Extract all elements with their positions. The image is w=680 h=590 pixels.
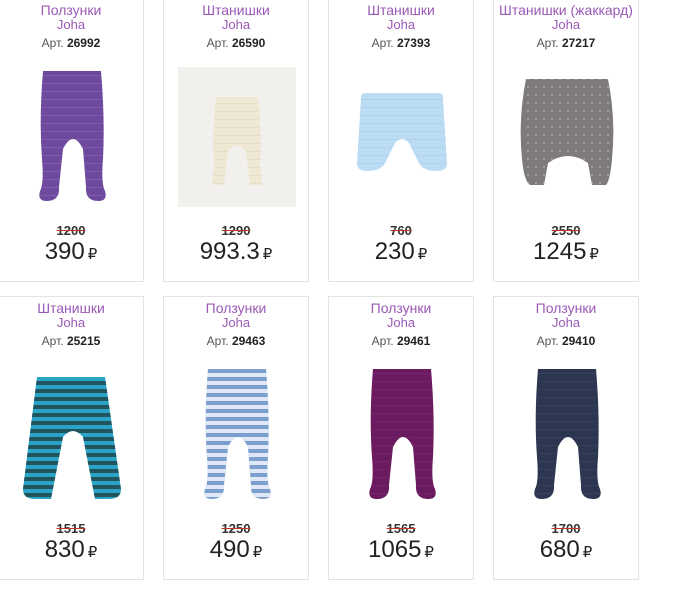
sku-value: 27217 (561, 36, 596, 50)
price-value: 1065 (368, 536, 422, 563)
sku-label: Арт. (206, 334, 229, 348)
old-price: 1250 (221, 521, 251, 536)
product-brand: Joha (221, 315, 251, 330)
price-value: 230 (374, 238, 415, 265)
product-brand: Joha (386, 17, 416, 32)
product-card[interactable]: Штанишки Joha Арт. 26590 1290 993.3 ₽ (163, 0, 309, 282)
product-sku: Арт. 26992 (0, 36, 143, 50)
product-title[interactable]: Штанишки (жаккард) (494, 2, 638, 18)
price-value: 680 (539, 536, 580, 563)
price-value: 993.3 (199, 238, 260, 265)
ruble-icon: ₽ (87, 246, 98, 263)
product-card[interactable]: Ползунки Joha Арт. 26992 1200 390 ₽ (0, 0, 144, 282)
product-brand: Joha (56, 315, 86, 330)
old-price: 1200 (56, 223, 86, 238)
sku-value: 26590 (231, 36, 266, 50)
product-title[interactable]: Ползунки (164, 300, 308, 316)
sku-value: 26992 (66, 36, 101, 50)
product-title[interactable]: Ползунки (494, 300, 638, 316)
product-brand: Joha (56, 17, 86, 32)
product-title[interactable]: Ползунки (0, 2, 143, 18)
product-image[interactable] (178, 357, 296, 517)
sku-value: 29461 (396, 334, 431, 348)
price-value: 390 (44, 238, 85, 265)
product-sku: Арт. 27393 (329, 36, 473, 50)
product-brand: Joha (551, 17, 581, 32)
sku-label: Арт. (371, 334, 394, 348)
sku-value: 29410 (561, 334, 596, 348)
old-price: 1515 (56, 521, 86, 536)
product-sku: Арт. 26590 (164, 36, 308, 50)
ruble-icon: ₽ (424, 544, 434, 561)
old-price: 1565 (386, 521, 416, 536)
product-image[interactable] (343, 59, 461, 219)
product-image[interactable] (343, 357, 461, 517)
price-value: 830 (44, 536, 85, 563)
current-price: 390 ₽ (0, 237, 143, 270)
old-price: 2550 (551, 223, 581, 238)
product-title[interactable]: Ползунки (329, 300, 473, 316)
product-image[interactable] (13, 357, 131, 517)
product-card[interactable]: Штанишки Joha Арт. 25215 1515 830 ₽ (0, 296, 144, 580)
sku-label: Арт. (536, 36, 559, 50)
product-sku: Арт. 25215 (0, 334, 143, 348)
product-sku: Арт. 27217 (494, 36, 638, 50)
old-price: 1290 (221, 223, 251, 238)
product-image[interactable] (178, 59, 296, 219)
product-card[interactable]: Ползунки Joha Арт. 29461 1565 1065 ₽ (328, 296, 474, 580)
ruble-icon: ₽ (589, 246, 599, 263)
sku-label: Арт. (41, 36, 64, 50)
current-price: 680 ₽ (494, 535, 638, 568)
sku-value: 25215 (66, 334, 101, 348)
sku-label: Арт. (371, 36, 394, 50)
current-price: 1065 ₽ (329, 535, 473, 568)
ruble-icon: ₽ (417, 246, 428, 263)
product-card[interactable]: Штанишки Joha Арт. 27393 760 230 ₽ (328, 0, 474, 282)
sku-value: 27393 (396, 36, 431, 50)
sku-label: Арт. (536, 334, 559, 348)
sku-value: 29463 (231, 334, 266, 348)
current-price: 1245 ₽ (494, 237, 638, 270)
price-value: 1245 (533, 238, 587, 265)
product-card[interactable]: Ползунки Joha Арт. 29463 1250 490 ₽ (163, 296, 309, 580)
product-title[interactable]: Штанишки (0, 300, 143, 316)
price-value: 490 (209, 536, 250, 563)
old-price: 760 (390, 223, 412, 238)
product-sku: Арт. 29463 (164, 334, 308, 348)
product-brand: Joha (386, 315, 416, 330)
product-sku: Арт. 29461 (329, 334, 473, 348)
sku-label: Арт. (41, 334, 64, 348)
current-price: 490 ₽ (164, 535, 308, 568)
current-price: 993.3 ₽ (164, 237, 308, 270)
product-image[interactable] (13, 59, 131, 219)
product-image[interactable] (508, 357, 626, 517)
current-price: 830 ₽ (0, 535, 143, 568)
sku-label: Арт. (206, 36, 229, 50)
old-price: 1700 (551, 521, 581, 536)
ruble-icon: ₽ (252, 544, 263, 561)
ruble-icon: ₽ (87, 544, 98, 561)
product-sku: Арт. 29410 (494, 334, 638, 348)
current-price: 230 ₽ (329, 237, 473, 270)
product-brand: Joha (551, 315, 581, 330)
product-title[interactable]: Штанишки (164, 2, 308, 18)
product-brand: Joha (221, 17, 251, 32)
ruble-icon: ₽ (582, 544, 593, 561)
product-card[interactable]: Штанишки (жаккард) Joha Арт. 27217 2550 … (493, 0, 639, 282)
product-title[interactable]: Штанишки (329, 2, 473, 18)
product-card[interactable]: Ползунки Joha Арт. 29410 1700 680 ₽ (493, 296, 639, 580)
ruble-icon: ₽ (262, 246, 273, 263)
product-image[interactable] (508, 59, 626, 219)
